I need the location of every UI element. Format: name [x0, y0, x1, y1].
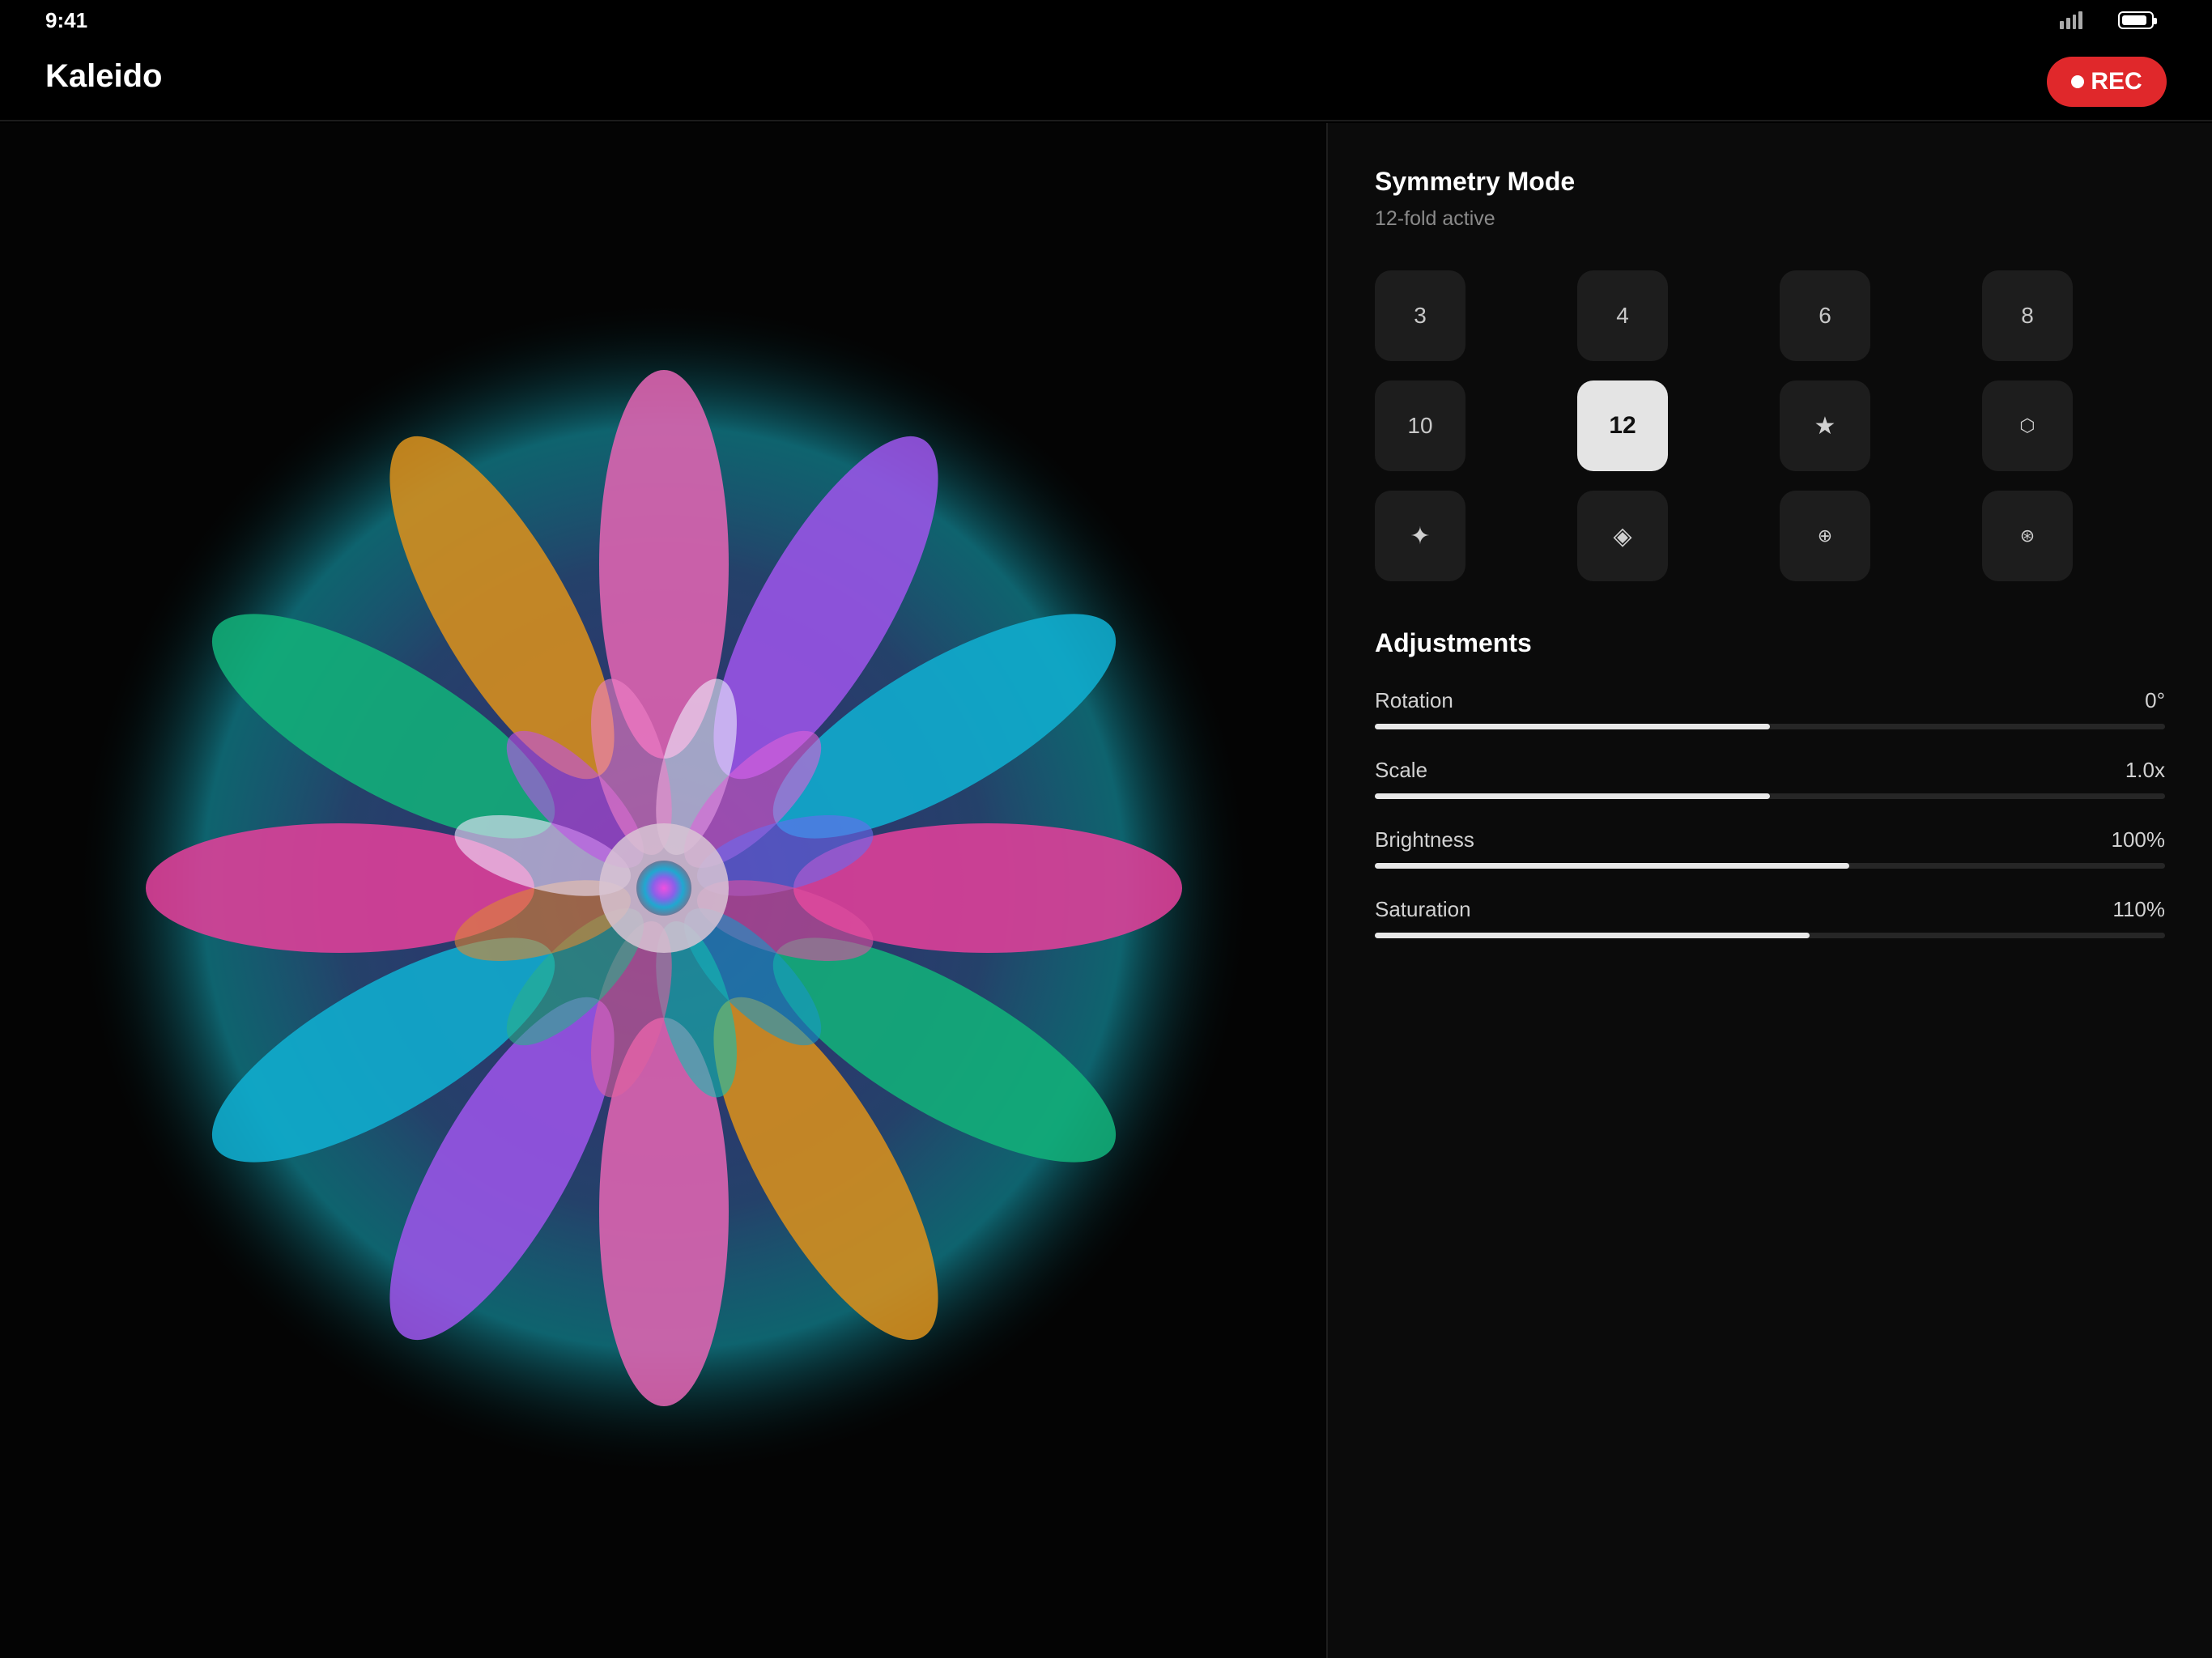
- slider-label: Brightness: [1375, 827, 1474, 852]
- mode-label: 3: [1414, 303, 1427, 328]
- mode-label: 8: [2021, 303, 2034, 328]
- slider-value: 1.0x: [2125, 758, 2165, 782]
- circled-plus-mode-button[interactable]: ⊕: [1780, 491, 1870, 581]
- circled-asterisk-mode-button[interactable]: ⊛: [1982, 491, 2073, 581]
- slider-label: Scale: [1375, 758, 1428, 782]
- slider-track[interactable]: [1375, 933, 2165, 938]
- sparkle-icon: ✦: [1410, 522, 1431, 550]
- battery-icon: [2118, 11, 2157, 29]
- slider-value: 110%: [2112, 897, 2165, 921]
- nav-bar: Kaleido REC: [0, 40, 2212, 121]
- slider-brightness[interactable]: Brightness 100%: [1375, 827, 2165, 876]
- status-time: 9:41: [45, 8, 88, 32]
- signal-icon: [2060, 11, 2082, 29]
- slider-saturation[interactable]: Saturation 110%: [1375, 897, 2165, 946]
- slider-rotation[interactable]: Rotation 0°: [1375, 688, 2165, 737]
- app-title: Kaleido: [45, 58, 163, 94]
- diamond-mode-button[interactable]: ◈: [1577, 491, 1668, 581]
- mode-label: 12: [1609, 412, 1636, 439]
- slider-track[interactable]: [1375, 724, 2165, 729]
- hexagon-icon: ⬡: [2019, 415, 2035, 436]
- status-bar: 9:41: [0, 0, 2212, 40]
- slider-value: 100%: [2111, 827, 2166, 852]
- kaleidoscope-canvas[interactable]: [0, 123, 1328, 1658]
- slider-label: Rotation: [1375, 688, 1453, 712]
- mode-button-8[interactable]: 8: [1982, 270, 2073, 361]
- slider-value: 0°: [2145, 688, 2165, 712]
- mode-button-10[interactable]: 10: [1375, 380, 1465, 471]
- hexagon-mode-button[interactable]: ⬡: [1982, 380, 2073, 471]
- mode-label: 10: [1407, 413, 1433, 438]
- slider-fill: [1375, 863, 1849, 869]
- center-core: [636, 861, 691, 916]
- slider-scale[interactable]: Scale 1.0x: [1375, 758, 2165, 806]
- record-button[interactable]: REC: [2047, 57, 2167, 107]
- star-mode-button[interactable]: ★: [1780, 380, 1870, 471]
- slider-fill: [1375, 724, 1770, 729]
- mode-label: 4: [1616, 303, 1629, 328]
- symmetry-title: Symmetry Mode: [1375, 167, 1576, 196]
- slider-fill: [1375, 793, 1770, 799]
- mode-button-12[interactable]: 12: [1577, 380, 1668, 471]
- slider-fill: [1375, 933, 1810, 938]
- diamond-icon: ◈: [1613, 522, 1632, 550]
- control-panel: Symmetry Mode 12-fold active 3 4 6 8 10 12 ★ ⬡ ✦…: [1328, 123, 2212, 1658]
- mode-button-4[interactable]: 4: [1577, 270, 1668, 361]
- slider-label: Saturation: [1375, 897, 1471, 921]
- slider-track[interactable]: [1375, 863, 2165, 869]
- mode-button-6[interactable]: 6: [1780, 270, 1870, 361]
- kaleidoscope-pattern: [73, 297, 1255, 1479]
- record-dot-icon: [2071, 75, 2085, 88]
- sparkle-mode-button[interactable]: ✦: [1375, 491, 1465, 581]
- symmetry-subtitle: 12-fold active: [1375, 207, 1495, 230]
- mode-button-3[interactable]: 3: [1375, 270, 1465, 361]
- slider-track[interactable]: [1375, 793, 2165, 799]
- record-label: REC: [2091, 68, 2142, 95]
- adjustments-title: Adjustments: [1375, 628, 1532, 657]
- star-icon: ★: [1814, 412, 1836, 440]
- circled-asterisk-icon: ⊛: [2019, 525, 2035, 546]
- mode-label: 6: [1819, 303, 1831, 328]
- circled-plus-icon: ⊕: [1817, 525, 1833, 546]
